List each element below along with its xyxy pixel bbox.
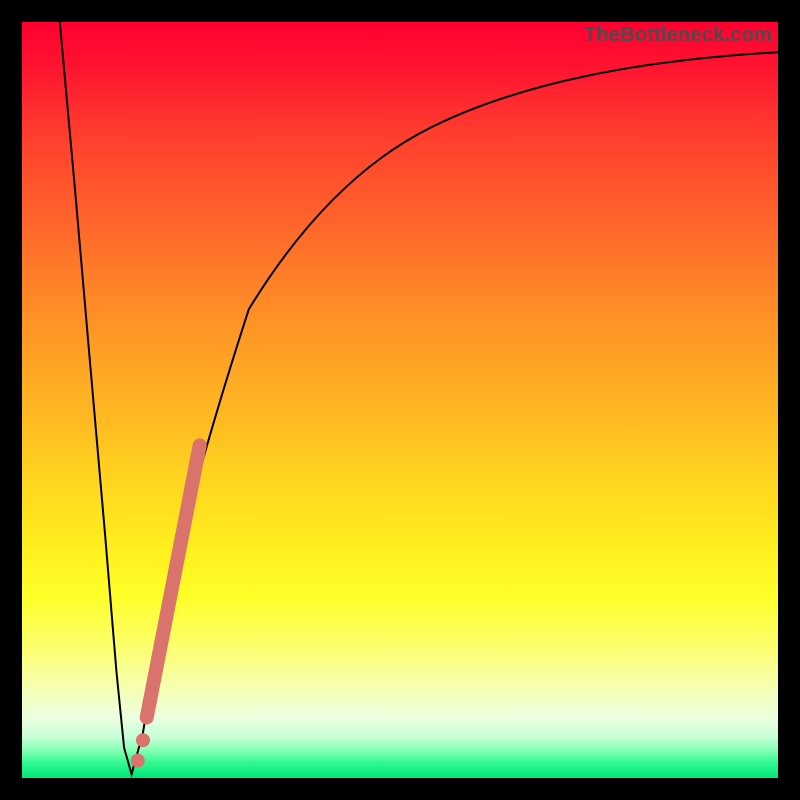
- highlight-segment-main: [147, 445, 200, 717]
- chart-frame: TheBottleneck.com: [0, 0, 800, 800]
- highlight-dot-low: [131, 754, 145, 768]
- curve-layer: [22, 22, 778, 778]
- highlight-dot-high: [136, 733, 150, 747]
- bottleneck-curve: [60, 22, 778, 774]
- plot-area: TheBottleneck.com: [22, 22, 778, 778]
- watermark-text: TheBottleneck.com: [584, 24, 772, 47]
